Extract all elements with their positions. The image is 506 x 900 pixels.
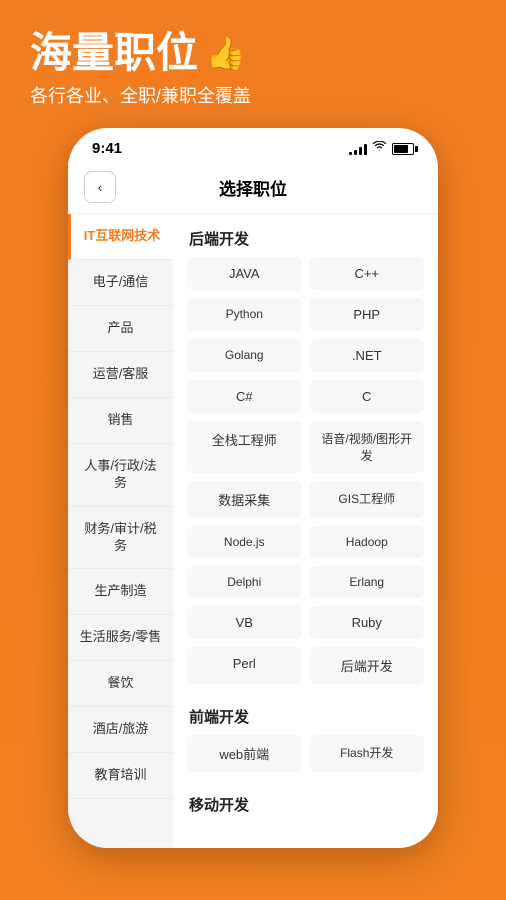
sidebar-item-6[interactable]: 财务/审计/税务 <box>68 507 173 570</box>
sidebar-item-8[interactable]: 生活服务/零售 <box>68 615 173 661</box>
section-header-0: 后端开发 <box>183 214 428 257</box>
tag-item[interactable]: Flash开发 <box>310 735 425 772</box>
tag-item[interactable]: JAVA <box>187 257 302 290</box>
sidebar-item-3[interactable]: 运营/客服 <box>68 352 173 398</box>
sidebar-item-0[interactable]: IT互联网技术 <box>68 214 173 260</box>
tag-grid-0: JAVAC++PythonPHPGolang.NETC#C全栈工程师语音/视频/… <box>183 257 428 692</box>
hero-subtitle: 各行各业、全职/兼职全覆盖 <box>30 82 251 108</box>
sidebar-item-1[interactable]: 电子/通信 <box>68 260 173 306</box>
content-area: IT互联网技术电子/通信产品运营/客服销售人事/行政/法务财务/审计/税务生产制… <box>68 214 438 848</box>
tag-item[interactable]: Delphi <box>187 566 302 598</box>
tag-item[interactable]: Golang <box>187 339 302 372</box>
tag-item[interactable]: Perl <box>187 647 302 684</box>
tag-grid-1: web前端Flash开发 <box>183 735 428 780</box>
tag-item[interactable]: PHP <box>310 298 425 331</box>
tag-item[interactable]: .NET <box>310 339 425 372</box>
nav-title: 选择职位 <box>116 175 390 200</box>
tag-item[interactable]: Node.js <box>187 526 302 558</box>
sidebar-item-10[interactable]: 酒店/旅游 <box>68 707 173 753</box>
status-icons <box>349 141 414 156</box>
job-list-panel: 后端开发JAVAC++PythonPHPGolang.NETC#C全栈工程师语音… <box>173 214 438 848</box>
tag-item[interactable]: Ruby <box>310 606 425 639</box>
phone-mockup: 9:41 ‹ 选择职位 <box>68 128 438 848</box>
back-arrow-icon: ‹ <box>98 179 103 195</box>
tag-item[interactable]: VB <box>187 606 302 639</box>
hero-thumb-icon: 👍 <box>206 34 246 72</box>
tag-item[interactable]: C# <box>187 380 302 413</box>
wifi-icon <box>372 141 387 156</box>
tag-item[interactable]: C++ <box>310 257 425 290</box>
app-background: 海量职位 👍 各行各业、全职/兼职全覆盖 9:41 <box>0 0 506 900</box>
sidebar-item-2[interactable]: 产品 <box>68 306 173 352</box>
section-header-1: 前端开发 <box>183 692 428 735</box>
sidebar-item-5[interactable]: 人事/行政/法务 <box>68 444 173 507</box>
tag-item[interactable]: C <box>310 380 425 413</box>
sidebar-item-9[interactable]: 餐饮 <box>68 661 173 707</box>
tag-item[interactable]: Python <box>187 298 302 331</box>
status-time: 9:41 <box>92 140 122 157</box>
tag-item[interactable]: GIS工程师 <box>310 481 425 518</box>
section-header-2: 移动开发 <box>183 780 428 823</box>
sidebar-item-4[interactable]: 销售 <box>68 398 173 444</box>
sidebar-item-7[interactable]: 生产制造 <box>68 569 173 615</box>
signal-icon <box>349 143 367 155</box>
hero-title-text: 海量职位 <box>30 28 198 78</box>
nav-bar: ‹ 选择职位 <box>68 163 438 214</box>
hero-title: 海量职位 👍 <box>30 28 246 78</box>
tag-item[interactable]: 数据采集 <box>187 481 302 518</box>
category-sidebar: IT互联网技术电子/通信产品运营/客服销售人事/行政/法务财务/审计/税务生产制… <box>68 214 173 848</box>
tag-item[interactable]: 后端开发 <box>310 647 425 684</box>
tag-item[interactable]: Erlang <box>310 566 425 598</box>
status-bar: 9:41 <box>68 128 438 163</box>
tag-item[interactable]: 全栈工程师 <box>187 421 302 473</box>
battery-icon <box>392 143 414 155</box>
sidebar-item-11[interactable]: 教育培训 <box>68 753 173 799</box>
hero-section: 海量职位 👍 各行各业、全职/兼职全覆盖 <box>0 0 506 128</box>
tag-item[interactable]: 语音/视频/图形开发 <box>310 421 425 473</box>
back-button[interactable]: ‹ <box>84 171 116 203</box>
tag-item[interactable]: Hadoop <box>310 526 425 558</box>
tag-item[interactable]: web前端 <box>187 735 302 772</box>
